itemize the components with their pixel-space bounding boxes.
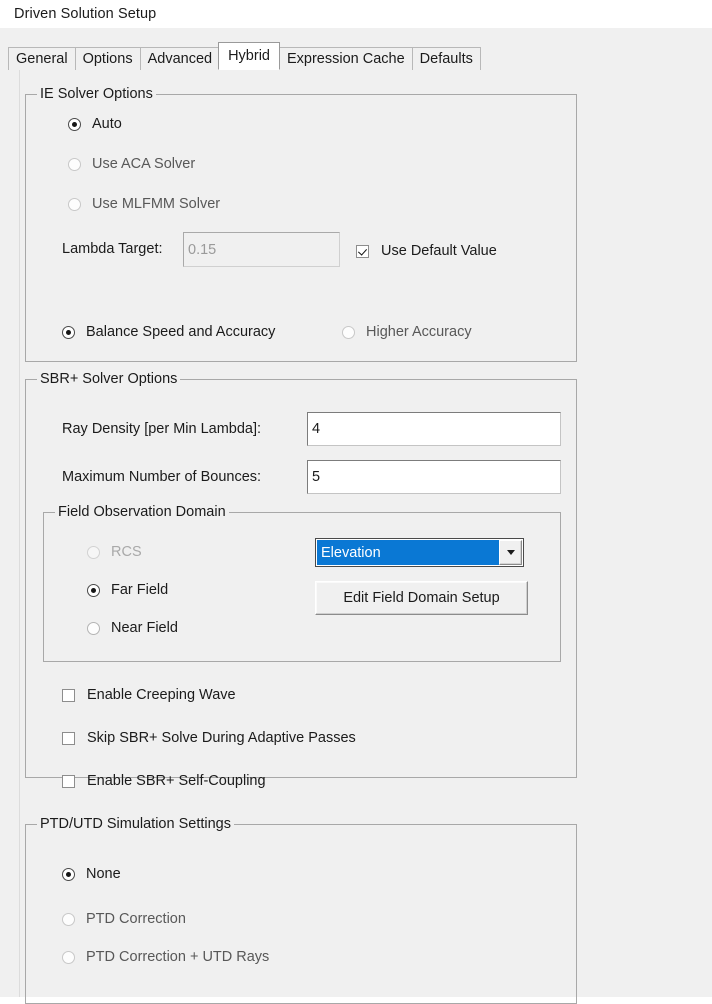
radio-use-aca-solver[interactable]: Use ACA Solver <box>68 156 195 172</box>
checkbox-skip-sbr-solve-adaptive-passes-label: Skip SBR+ Solve During Adaptive Passes <box>87 730 356 746</box>
ie-solver-options-group: IE Solver Options Auto Use ACA Solver Us… <box>25 86 577 362</box>
radio-rcs-label: RCS <box>111 544 142 560</box>
field-domain-combobox[interactable]: Elevation <box>315 538 524 567</box>
radio-higher-accuracy-label: Higher Accuracy <box>366 324 472 340</box>
radio-auto-label: Auto <box>92 116 122 132</box>
checkbox-enable-sbr-self-coupling-label: Enable SBR+ Self-Coupling <box>87 773 266 789</box>
radio-rcs[interactable]: RCS <box>87 544 142 560</box>
radio-none-indicator <box>62 867 75 881</box>
radio-near-field-label: Near Field <box>111 620 178 636</box>
radio-near-field-indicator <box>87 621 100 635</box>
radio-rcs-indicator <box>87 545 100 559</box>
checkbox-use-default-value[interactable]: Use Default Value <box>356 243 497 259</box>
checkbox-use-default-value-label: Use Default Value <box>381 243 497 259</box>
radio-ptd-correction[interactable]: PTD Correction <box>62 911 186 927</box>
checkbox-enable-creeping-wave-indicator <box>62 688 75 702</box>
radio-use-mlfmm-solver-indicator <box>68 197 81 211</box>
window-title: Driven Solution Setup <box>14 6 157 22</box>
radio-use-mlfmm-solver-label: Use MLFMM Solver <box>92 196 221 212</box>
checkbox-skip-sbr-solve-adaptive-passes[interactable]: Skip SBR+ Solve During Adaptive Passes <box>62 730 356 746</box>
field-observation-domain-group: Field Observation Domain RCS Far Field N… <box>43 504 561 662</box>
radio-ptd-correction-indicator <box>62 912 75 926</box>
radio-far-field-indicator <box>87 583 100 597</box>
tab-general[interactable]: General <box>8 47 76 70</box>
hybrid-tab-panel: IE Solver Options Auto Use ACA Solver Us… <box>0 70 712 1004</box>
tab-options[interactable]: Options <box>74 47 141 70</box>
radio-balance-speed-and-accuracy[interactable]: Balance Speed and Accuracy <box>62 324 275 340</box>
max-bounces-input[interactable]: 5 <box>307 460 561 494</box>
radio-higher-accuracy[interactable]: Higher Accuracy <box>342 324 472 340</box>
radio-higher-accuracy-indicator <box>342 325 355 339</box>
radio-none[interactable]: None <box>62 866 121 882</box>
tab-expression-cache[interactable]: Expression Cache <box>278 47 413 70</box>
sbr-solver-options-title: SBR+ Solver Options <box>37 371 181 387</box>
lambda-target-input[interactable]: 0.15 <box>183 232 340 267</box>
radio-auto[interactable]: Auto <box>68 116 122 132</box>
radio-balance-speed-and-accuracy-label: Balance Speed and Accuracy <box>86 324 276 340</box>
window-titlebar: Driven Solution Setup <box>0 0 712 28</box>
hybrid-tab-content: IE Solver Options Auto Use ACA Solver Us… <box>19 70 712 1004</box>
checkbox-enable-sbr-self-coupling-indicator <box>62 774 75 788</box>
radio-auto-indicator <box>68 117 81 131</box>
field-observation-domain-title: Field Observation Domain <box>55 504 229 520</box>
checkbox-enable-creeping-wave-label: Enable Creeping Wave <box>87 687 236 703</box>
ptd-utd-simulation-settings-title: PTD/UTD Simulation Settings <box>37 816 234 832</box>
ray-density-input[interactable]: 4 <box>307 412 561 446</box>
checkbox-enable-creeping-wave[interactable]: Enable Creeping Wave <box>62 687 236 703</box>
checkbox-skip-sbr-solve-adaptive-passes-indicator <box>62 731 75 745</box>
radio-near-field[interactable]: Near Field <box>87 620 178 636</box>
tab-defaults[interactable]: Defaults <box>411 47 481 70</box>
radio-far-field[interactable]: Far Field <box>87 582 168 598</box>
radio-ptd-correction-label: PTD Correction <box>86 911 186 927</box>
checkbox-enable-sbr-self-coupling[interactable]: Enable SBR+ Self-Coupling <box>62 773 266 789</box>
edit-field-domain-setup-button[interactable]: Edit Field Domain Setup <box>315 581 528 615</box>
checkbox-use-default-value-indicator <box>356 244 369 258</box>
chevron-down-icon[interactable] <box>499 540 522 565</box>
field-domain-combobox-value: Elevation <box>317 540 499 565</box>
ptd-utd-simulation-settings-group: PTD/UTD Simulation Settings None PTD Cor… <box>25 816 577 1004</box>
tab-hybrid[interactable]: Hybrid <box>218 42 280 70</box>
radio-ptd-correction-utd-rays-indicator <box>62 950 75 964</box>
radio-use-aca-solver-indicator <box>68 157 81 171</box>
tab-advanced[interactable]: Advanced <box>139 47 221 70</box>
sbr-solver-options-group: SBR+ Solver Options Ray Density [per Min… <box>25 371 577 789</box>
tab-strip: General Options Advanced Hybrid Expressi… <box>0 28 712 70</box>
radio-ptd-correction-utd-rays[interactable]: PTD Correction + UTD Rays <box>62 949 269 965</box>
ray-density-label: Ray Density [per Min Lambda]: <box>62 421 262 437</box>
radio-use-mlfmm-solver[interactable]: Use MLFMM Solver <box>68 196 220 212</box>
radio-balance-speed-and-accuracy-indicator <box>62 325 75 339</box>
max-bounces-label: Maximum Number of Bounces: <box>62 469 262 485</box>
radio-far-field-label: Far Field <box>111 582 169 598</box>
radio-none-label: None <box>86 866 121 882</box>
lambda-target-label: Lambda Target: <box>62 241 163 257</box>
radio-ptd-correction-utd-rays-label: PTD Correction + UTD Rays <box>86 949 270 965</box>
ie-solver-options-title: IE Solver Options <box>37 86 156 102</box>
radio-use-aca-solver-label: Use ACA Solver <box>92 156 196 172</box>
